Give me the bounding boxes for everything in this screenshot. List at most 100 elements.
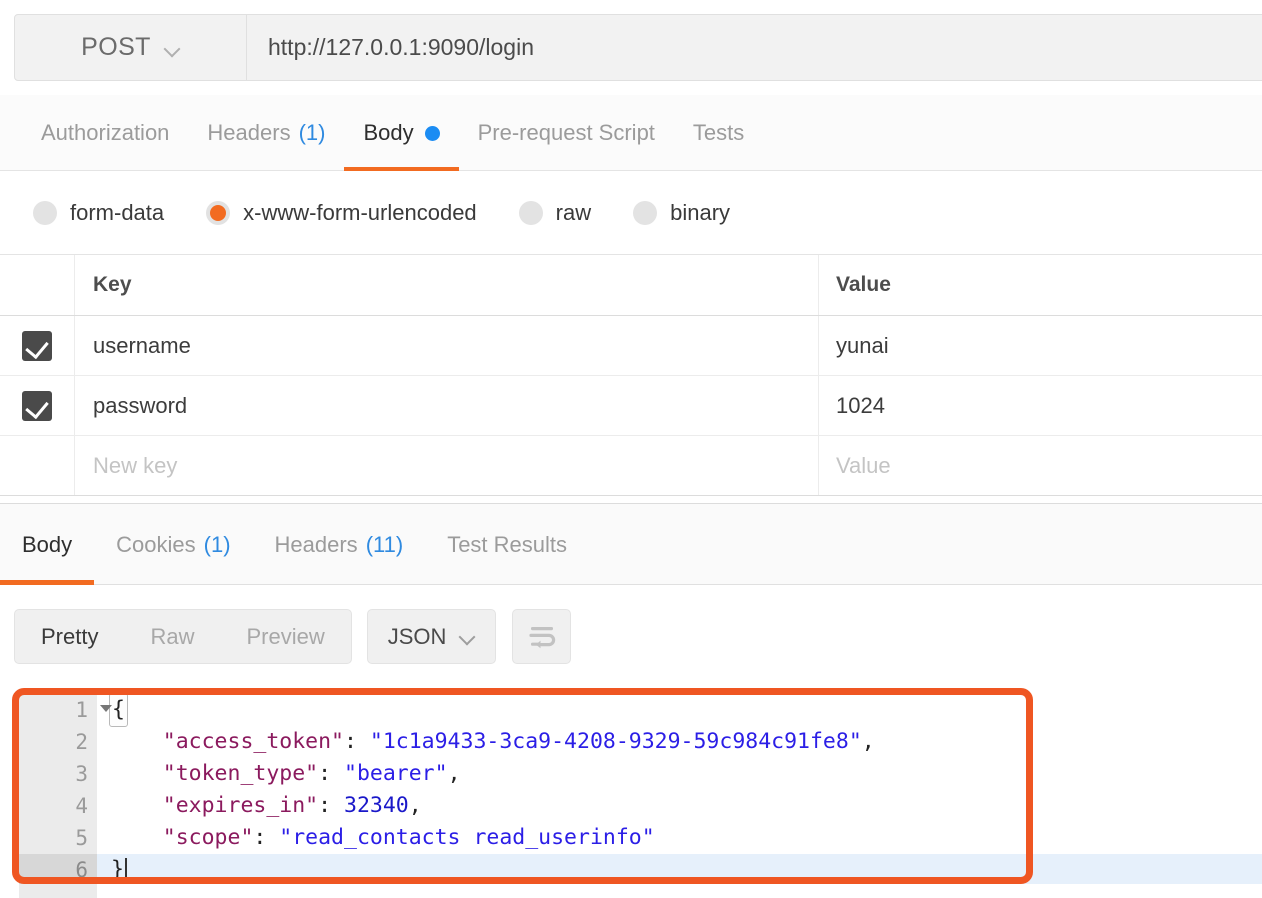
code-token: "read_contacts read_userinfo": [279, 822, 654, 854]
response-view-toolbar: Pretty Raw Preview JSON: [0, 585, 1262, 688]
word-wrap-toggle-button[interactable]: [512, 609, 571, 664]
tab-label: Test Results: [447, 532, 567, 558]
new-value-input[interactable]: Value: [819, 436, 1262, 495]
line-number: 1: [19, 694, 97, 726]
tab-label: Tests: [693, 120, 744, 146]
row-key-value: username: [93, 333, 191, 359]
response-tabs: Body Cookies (1) Headers (11) Test Resul…: [0, 503, 1262, 585]
table-row: username yunai: [0, 316, 1262, 376]
code-content: "token_type": "bearer",: [97, 758, 1262, 790]
new-key-input[interactable]: New key: [75, 436, 819, 495]
url-row: POST http://127.0.0.1:9090/login: [14, 14, 1262, 81]
response-tab-test-results[interactable]: Test Results: [425, 504, 589, 585]
code-line: 2 "access_token": "1c1a9433-3ca9-4208-93…: [19, 726, 1262, 758]
view-mode-segmented-control: Pretty Raw Preview: [14, 609, 352, 664]
row-key-input[interactable]: username: [75, 316, 819, 375]
row-checkbox-checked-icon[interactable]: [22, 391, 52, 421]
tab-label: Cookies: [116, 532, 195, 558]
tab-label: Body: [363, 120, 413, 146]
radio-x-www-form-urlencoded[interactable]: x-www-form-urlencoded: [206, 200, 477, 226]
url-input[interactable]: http://127.0.0.1:9090/login: [247, 14, 1262, 81]
radio-selected-icon: [206, 201, 230, 225]
tab-body[interactable]: Body: [344, 95, 458, 171]
tab-label: Body: [22, 532, 72, 558]
row-checkbox-cell: [0, 436, 75, 495]
code-content: }: [97, 854, 1262, 884]
code-token: ,: [448, 758, 461, 790]
tab-headers[interactable]: Headers (1): [188, 95, 344, 171]
code-line: 5 "scope": "read_contacts read_userinfo": [19, 822, 1262, 854]
code-token: :: [318, 758, 344, 790]
tab-pre-request-script[interactable]: Pre-request Script: [459, 95, 674, 171]
radio-label: x-www-form-urlencoded: [243, 200, 477, 226]
code-token: :: [344, 726, 370, 758]
radio-icon: [33, 201, 57, 225]
response-body-region: 1 { 2 "access_token": "1c1a9433-3ca9-420…: [0, 688, 1262, 898]
line-number: 6: [19, 854, 97, 884]
row-value-input[interactable]: 1024: [819, 376, 1262, 435]
code-token: :: [253, 822, 279, 854]
line-number: 4: [19, 790, 97, 822]
seg-label: Raw: [150, 624, 194, 650]
form-params-table: Key Value username yunai password 1024 N…: [0, 255, 1262, 503]
tab-tests[interactable]: Tests: [674, 95, 763, 171]
request-tabs: Authorization Headers (1) Body Pre-reque…: [0, 95, 1262, 171]
radio-label: binary: [670, 200, 730, 226]
radio-form-data[interactable]: form-data: [33, 200, 164, 226]
code-token: }: [111, 854, 124, 884]
seg-label: Pretty: [41, 624, 98, 650]
response-tab-body[interactable]: Body: [0, 504, 94, 585]
response-format-selector[interactable]: JSON: [367, 609, 497, 664]
line-number: 5: [19, 822, 97, 854]
line-number: 2: [19, 726, 97, 758]
tab-count: (1): [299, 120, 326, 146]
new-key-placeholder: New key: [93, 453, 177, 479]
radio-label: raw: [556, 200, 591, 226]
line-number-text: 2: [75, 726, 88, 758]
response-tab-cookies[interactable]: Cookies (1): [94, 504, 252, 585]
code-token: ,: [862, 726, 875, 758]
new-value-placeholder: Value: [836, 453, 891, 479]
view-mode-pretty[interactable]: Pretty: [15, 610, 124, 663]
code-line: 3 "token_type": "bearer",: [19, 758, 1262, 790]
fold-toggle-icon[interactable]: [100, 705, 112, 712]
seg-label: Preview: [246, 624, 324, 650]
code-token: "1c1a9433-3ca9-4208-9329-59c984c91fe8": [370, 726, 862, 758]
radio-icon: [633, 201, 657, 225]
row-key-input[interactable]: password: [75, 376, 819, 435]
tab-count: (11): [366, 532, 404, 558]
gutter-continuation: [19, 884, 97, 898]
code-token: "access_token": [111, 726, 344, 758]
row-checkbox-checked-icon[interactable]: [22, 331, 52, 361]
radio-raw[interactable]: raw: [519, 200, 591, 226]
view-mode-raw[interactable]: Raw: [124, 610, 220, 663]
response-tab-headers[interactable]: Headers (11): [253, 504, 426, 585]
table-new-row: New key Value: [0, 436, 1262, 496]
radio-binary[interactable]: binary: [633, 200, 730, 226]
row-value-input[interactable]: yunai: [819, 316, 1262, 375]
http-method-label: POST: [81, 33, 151, 62]
code-content: "expires_in": 32340,: [97, 790, 1262, 822]
header-cell-value: Value: [819, 255, 1262, 315]
http-method-selector[interactable]: POST: [14, 14, 247, 81]
row-key-value: password: [93, 393, 187, 419]
code-token: "expires_in": [111, 790, 318, 822]
tab-label: Pre-request Script: [478, 120, 655, 146]
row-checkbox-cell: [0, 316, 75, 375]
code-content: {: [97, 694, 1262, 726]
code-token: :: [318, 790, 344, 822]
tab-authorization[interactable]: Authorization: [22, 95, 188, 171]
code-content: "access_token": "1c1a9433-3ca9-4208-9329…: [97, 726, 1262, 758]
json-code-viewer[interactable]: 1 { 2 "access_token": "1c1a9433-3ca9-420…: [19, 694, 1262, 884]
table-header-row: Key Value: [0, 255, 1262, 316]
row-checkbox-cell: [0, 376, 75, 435]
code-line: 1 {: [19, 694, 1262, 726]
code-token: ,: [409, 790, 422, 822]
request-url-bar: POST http://127.0.0.1:9090/login: [0, 0, 1262, 95]
word-wrap-icon: [527, 624, 557, 650]
table-row: password 1024: [0, 376, 1262, 436]
view-mode-preview[interactable]: Preview: [220, 610, 350, 663]
text-cursor: [125, 858, 127, 883]
row-value-value: yunai: [836, 333, 889, 359]
radio-icon: [519, 201, 543, 225]
